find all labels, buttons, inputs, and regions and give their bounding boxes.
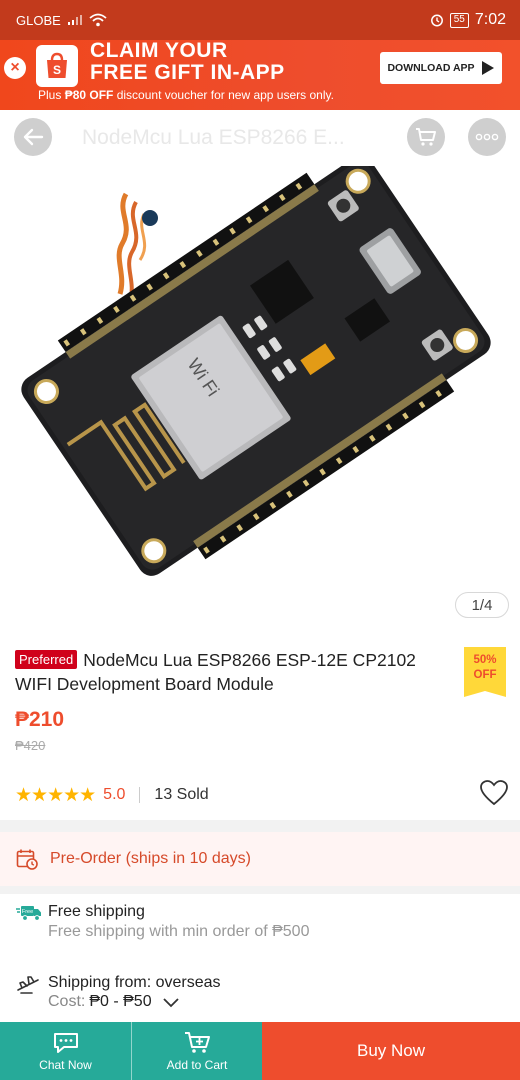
discount-percent: 50%	[473, 654, 497, 666]
download-app-label: DOWNLOAD APP	[387, 62, 475, 74]
buy-now-label: Buy Now	[356, 1041, 426, 1060]
add-to-cart-button[interactable]: Add to Cart	[131, 1022, 262, 1080]
calendar-clock-icon	[16, 849, 38, 870]
shipping-from: Shipping from: overseas	[48, 973, 221, 993]
section-divider	[0, 820, 520, 832]
status-bar: GLOBE 55 7:02	[0, 0, 520, 40]
cart-plus-icon	[185, 1031, 210, 1053]
rating-row: ★★★★★ 5.0 13 Sold	[15, 780, 510, 810]
product-photo: Wi Fi	[21, 156, 491, 576]
shipping-cost-value: ₱0 - ₱50	[89, 993, 152, 1010]
preorder-label: Pre-Order (ships in 10 days)	[50, 850, 251, 867]
svg-text:Free: Free	[22, 909, 33, 915]
chat-now-label: Chat Now	[39, 1057, 92, 1072]
original-price: ₱420	[15, 738, 46, 753]
wifi-icon	[89, 13, 107, 27]
carrier-label: GLOBE	[16, 12, 61, 28]
download-app-button[interactable]: DOWNLOAD APP	[380, 52, 502, 84]
app-promo-banner[interactable]: × S CLAIM YOUR FREE GIFT IN-APP Plus ₱80…	[0, 40, 520, 110]
shipping-cost-label: Cost:	[48, 993, 86, 1010]
top-nav: NodeMcu Lua ESP8266 E...	[0, 110, 520, 166]
discount-word: OFF	[473, 669, 497, 681]
cart-icon	[416, 128, 436, 146]
airplane-icon	[16, 973, 42, 1000]
promo-subtitle: Plus ₱80 OFF discount voucher for new ap…	[38, 88, 334, 102]
promo-title-line2: FREE GIFT IN-APP	[90, 61, 285, 84]
signal-icon	[67, 15, 82, 25]
free-shipping-row: Free Free shipping Free shipping with mi…	[16, 902, 506, 942]
back-button[interactable]	[14, 118, 52, 156]
chat-now-button[interactable]: Chat Now	[0, 1022, 131, 1080]
free-shipping-condition: Free shipping with min order of ₱500	[48, 923, 310, 940]
product-image[interactable]: Wi Fi	[0, 156, 520, 636]
rating-value: 5.0	[103, 786, 126, 803]
close-icon[interactable]: ×	[4, 57, 26, 79]
arrow-left-icon	[23, 128, 44, 146]
more-options-button[interactable]	[468, 118, 506, 156]
shipping-cost[interactable]: Cost: ₱0 - ₱50	[48, 993, 221, 1011]
preferred-badge: Preferred	[15, 650, 78, 669]
cart-button[interactable]	[407, 118, 445, 156]
shopee-bag-icon: S	[36, 45, 78, 87]
promo-sub-bold: ₱80 OFF	[64, 88, 114, 102]
svg-text:S: S	[53, 63, 61, 77]
divider	[139, 787, 141, 803]
bottom-action-bar: Chat Now Add to Cart Buy Now	[0, 1022, 520, 1080]
current-price: ₱210	[15, 708, 65, 731]
free-shipping-title: Free shipping	[48, 903, 145, 920]
discount-badge: 50% OFF	[464, 647, 506, 697]
battery-icon: 55	[449, 12, 469, 28]
promo-sub-rest: discount voucher for new app users only.	[113, 88, 334, 102]
star-rating-icon: ★★★★★	[15, 784, 96, 806]
clock: 7:02	[474, 11, 506, 28]
promo-title-line1: CLAIM YOUR	[90, 39, 228, 62]
heart-icon	[480, 780, 508, 806]
buy-now-button[interactable]: Buy Now	[262, 1022, 520, 1080]
shipping-from-label: Shipping from:	[48, 974, 156, 991]
product-title: Preferred NodeMcu Lua ESP8266 ESP-12E CP2…	[15, 648, 455, 696]
free-shipping-truck-icon: Free	[16, 902, 42, 927]
image-counter: 1/4	[455, 592, 509, 618]
chevron-down-icon[interactable]	[162, 996, 180, 1008]
promo-title: CLAIM YOUR FREE GIFT IN-APP	[90, 40, 285, 84]
more-dots-icon	[475, 133, 499, 141]
like-button[interactable]	[480, 780, 508, 811]
chat-bubble-icon	[53, 1032, 78, 1053]
promo-sub-prefix: Plus	[38, 88, 65, 102]
section-divider	[0, 886, 520, 894]
shipping-from-value: overseas	[155, 974, 221, 991]
play-triangle-icon	[481, 61, 494, 75]
alarm-icon	[430, 14, 443, 27]
sold-count: 13 Sold	[154, 786, 209, 803]
add-to-cart-label: Add to Cart	[166, 1057, 228, 1072]
preorder-notice: Pre-Order (ships in 10 days)	[0, 832, 520, 886]
shipping-from-row[interactable]: Shipping from: overseas Cost: ₱0 - ₱50	[16, 973, 506, 1011]
nav-title: NodeMcu Lua ESP8266 E...	[82, 126, 345, 149]
